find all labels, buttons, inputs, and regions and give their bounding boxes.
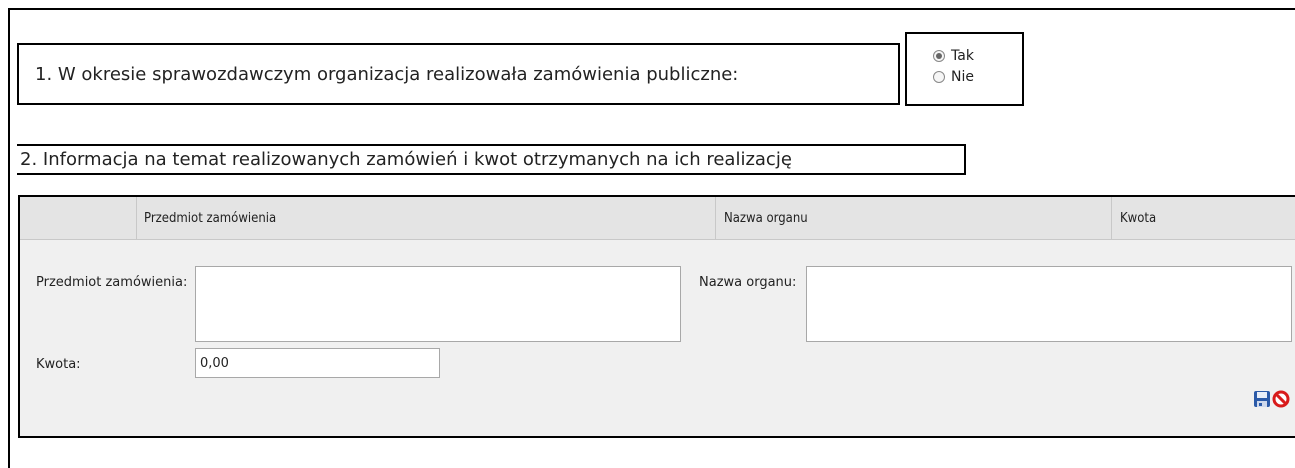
authority-textarea[interactable] — [806, 266, 1292, 342]
question-2-box: 2. Informacja na temat realizowanych zam… — [17, 144, 966, 175]
radio-nie[interactable] — [933, 70, 945, 83]
radio-tak-label[interactable]: Tak — [951, 48, 974, 64]
cancel-icon[interactable] — [1272, 390, 1290, 408]
authority-label: Nazwa organu: — [699, 275, 797, 290]
column-separator — [715, 197, 716, 239]
question-1-text: 1. W okresie sprawozdawczym organizacja … — [35, 63, 739, 85]
question-1-radio-group: Tak Nie — [905, 32, 1024, 106]
grid-header: Przedmiot zamówienia Nazwa organu Kwota — [20, 197, 1295, 240]
column-header-authority[interactable]: Nazwa organu — [724, 197, 808, 239]
radio-nie-label[interactable]: Nie — [951, 69, 974, 85]
column-separator — [136, 197, 137, 239]
column-header-subject[interactable]: Przedmiot zamówienia — [144, 197, 276, 239]
column-header-amount[interactable]: Kwota — [1120, 197, 1156, 239]
amount-label: Kwota: — [36, 357, 81, 372]
subject-textarea[interactable] — [195, 266, 681, 342]
question-2-text: 2. Informacja na temat realizowanych zam… — [20, 149, 792, 170]
radio-option-nie[interactable]: Nie — [933, 66, 1022, 87]
question-1-box: 1. W okresie sprawozdawczym organizacja … — [17, 43, 900, 105]
orders-grid: Przedmiot zamówienia Nazwa organu Kwota … — [18, 195, 1295, 438]
amount-input[interactable]: 0,00 — [195, 348, 440, 378]
column-separator — [1111, 197, 1112, 239]
subject-label: Przedmiot zamówienia: — [36, 275, 188, 290]
radio-option-tak[interactable]: Tak — [933, 45, 1022, 66]
radio-tak[interactable] — [933, 49, 945, 62]
save-icon[interactable] — [1253, 390, 1271, 408]
